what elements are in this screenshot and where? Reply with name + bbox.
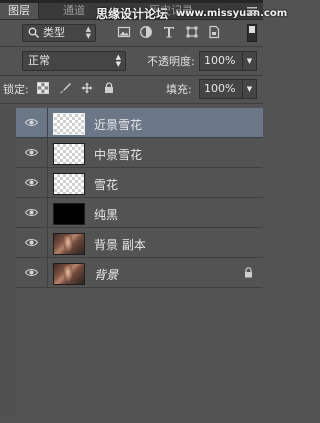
tab-channels[interactable]: 通道 xyxy=(57,3,91,19)
opacity-field[interactable]: 100% ▼ xyxy=(199,51,257,71)
fill-label: 填充: xyxy=(166,83,192,96)
layers-list-gutter xyxy=(0,108,16,423)
fill-value: 100% xyxy=(204,82,236,95)
filter-kind-select[interactable]: 类型 ▲ ▼ xyxy=(22,24,96,42)
panel-tab-bar: 图层 通道 历史记录 思缘设计论坛 www.missyuan.com xyxy=(0,3,287,21)
layer-row[interactable]: 背景 xyxy=(16,258,263,288)
smart-object-filter-icon[interactable] xyxy=(207,25,221,39)
layer-thumbnail xyxy=(53,203,85,225)
visibility-toggle[interactable] xyxy=(16,108,48,137)
blend-mode-value: 正常 xyxy=(28,54,50,67)
layer-name[interactable]: 纯黑 xyxy=(94,206,118,223)
layer-name[interactable]: 中景雪花 xyxy=(94,146,142,163)
type-filter-icon[interactable] xyxy=(162,25,176,39)
fill-dropdown-icon[interactable]: ▼ xyxy=(242,80,256,98)
eye-icon xyxy=(25,269,38,276)
lock-image-pixels-icon[interactable] xyxy=(59,82,71,94)
eye-icon xyxy=(25,209,38,216)
layer-name[interactable]: 近景雪花 xyxy=(94,116,142,133)
lock-label: 锁定: xyxy=(3,83,29,96)
filter-toggle-switch[interactable] xyxy=(247,24,257,42)
layer-thumbnail xyxy=(53,113,85,135)
lock-transparent-pixels-icon[interactable] xyxy=(37,82,49,94)
layer-name[interactable]: 背景 副本 xyxy=(94,236,146,253)
layer-row[interactable]: 近景雪花 xyxy=(16,108,263,138)
layers-list: 近景雪花 中景雪花 雪花 纯黑 背景 副本 背景 xyxy=(16,108,263,423)
layer-thumbnail xyxy=(53,233,85,255)
watermark-url: www.missyuan.com xyxy=(176,8,288,19)
lock-position-icon[interactable] xyxy=(81,82,93,94)
visibility-toggle[interactable] xyxy=(16,258,48,287)
tab-layers[interactable]: 图层 xyxy=(0,3,39,19)
blend-mode-select[interactable]: 正常 ▲ ▼ xyxy=(22,51,126,71)
layer-row[interactable]: 背景 副本 xyxy=(16,228,263,258)
eye-icon xyxy=(25,119,38,126)
visibility-toggle[interactable] xyxy=(16,168,48,197)
opacity-dropdown-icon[interactable]: ▼ xyxy=(242,52,256,70)
layer-name[interactable]: 背景 xyxy=(94,266,118,283)
panel-footer xyxy=(0,416,263,423)
layer-row[interactable]: 中景雪花 xyxy=(16,138,263,168)
opacity-label: 不透明度: xyxy=(147,55,195,68)
lock-icon xyxy=(245,267,252,278)
layer-name[interactable]: 雪花 xyxy=(94,176,118,193)
shape-filter-icon[interactable] xyxy=(185,25,199,39)
opacity-value: 100% xyxy=(204,54,236,67)
watermark-text: 思缘设计论坛 xyxy=(96,7,169,21)
layers-panel: 图层 通道 历史记录 思缘设计论坛 www.missyuan.com 类型 ▲ ▼ xyxy=(0,0,287,423)
layer-thumbnail xyxy=(53,143,85,165)
visibility-toggle[interactable] xyxy=(16,198,48,227)
panel-menu-icon[interactable] xyxy=(247,7,257,15)
divider xyxy=(0,46,263,47)
filter-kind-label: 类型 xyxy=(43,26,65,39)
divider xyxy=(0,103,263,104)
layer-row[interactable]: 雪花 xyxy=(16,168,263,198)
layer-row[interactable]: 纯黑 xyxy=(16,198,263,228)
visibility-toggle[interactable] xyxy=(16,228,48,257)
layer-thumbnail xyxy=(53,173,85,195)
select-arrows-icon: ▲ ▼ xyxy=(115,53,121,68)
visibility-toggle[interactable] xyxy=(16,138,48,167)
layer-thumbnail xyxy=(53,263,85,285)
search-icon xyxy=(28,27,40,39)
divider xyxy=(0,75,263,76)
select-arrows-icon: ▲ ▼ xyxy=(85,25,91,40)
adjustment-filter-icon[interactable] xyxy=(139,25,153,39)
fill-field[interactable]: 100% ▼ xyxy=(199,79,257,99)
eye-icon xyxy=(25,149,38,156)
eye-icon xyxy=(25,239,38,246)
image-filter-icon[interactable] xyxy=(117,25,131,39)
lock-all-icon[interactable] xyxy=(103,82,115,94)
eye-icon xyxy=(25,179,38,186)
